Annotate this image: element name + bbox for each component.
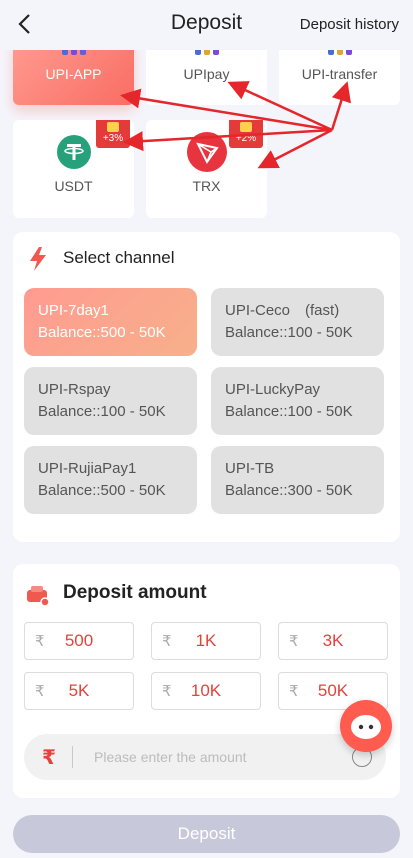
- channel-balance: Balance::100 - 50K: [225, 324, 353, 341]
- bonus-badge: +3%: [96, 120, 130, 148]
- lightning-icon: [30, 247, 46, 271]
- deposit-history-link[interactable]: Deposit history: [300, 16, 399, 33]
- amount-value: 3K: [322, 631, 344, 650]
- channel-option[interactable]: UPI-RujiaPay1 Balance::500 - 50K: [24, 446, 197, 514]
- channel-name: UPI-TB: [225, 460, 275, 477]
- section-title: Deposit amount: [63, 582, 207, 603]
- bonus-badge: +2%: [229, 120, 263, 148]
- header-bar: Deposit Deposit history: [0, 0, 413, 50]
- channel-name: UPI-LuckyPay: [225, 381, 321, 398]
- section-title: Select channel: [63, 248, 175, 267]
- channel-name: UPI-RujiaPay1: [38, 460, 137, 477]
- channel-balance: Balance::300 - 50K: [225, 482, 353, 499]
- channel-balance: Balance::100 - 50K: [225, 403, 353, 420]
- amount-preset-3k[interactable]: ₹ 3K: [278, 622, 388, 660]
- channel-option[interactable]: UPI-Rspay Balance::100 - 50K: [24, 367, 197, 435]
- channel-option[interactable]: UPI-7day1 Balance::500 - 50K: [24, 288, 197, 356]
- annotation-arrow: [257, 128, 333, 169]
- wallet-icon: [27, 586, 50, 607]
- deposit-button[interactable]: Deposit: [13, 815, 400, 853]
- amount-preset-500[interactable]: ₹ 500: [24, 622, 134, 660]
- amount-value: 500: [64, 631, 94, 650]
- support-mascot-icon[interactable]: [340, 700, 392, 752]
- amount-value: 1K: [195, 631, 217, 650]
- channel-name: UPI-Rspay: [38, 381, 111, 398]
- payment-method-label: UPIpay: [183, 66, 230, 82]
- payment-method-label: UPI-APP: [45, 66, 102, 82]
- gift-icon: [240, 122, 252, 132]
- amount-preset-10k[interactable]: ₹ 10K: [151, 672, 261, 710]
- amount-preset-5k[interactable]: ₹ 5K: [24, 672, 134, 710]
- amount-preset-1k[interactable]: ₹ 1K: [151, 622, 261, 660]
- rupee-icon: ₹: [42, 747, 56, 769]
- channel-balance: Balance::100 - 50K: [38, 403, 166, 420]
- channel-option[interactable]: UPI-LuckyPay Balance::100 - 50K: [211, 367, 384, 435]
- channel-balance: Balance::500 - 50K: [38, 482, 166, 499]
- gift-icon: [107, 122, 119, 132]
- amount-value: 10K: [190, 681, 222, 700]
- channel-balance: Balance::500 - 50K: [38, 324, 166, 341]
- payment-method-label: TRX: [192, 178, 221, 194]
- channel-option[interactable]: UPI-Ceco (fast) Balance::100 - 50K: [211, 288, 384, 356]
- amount-value: 50K: [317, 681, 349, 700]
- select-channel-panel: Select channel UPI-7day1 Balance::500 - …: [13, 232, 400, 542]
- payment-method-label: USDT: [54, 178, 93, 194]
- payment-method-label: UPI-transfer: [301, 66, 378, 82]
- amount-value: 5K: [68, 681, 90, 700]
- channel-option[interactable]: UPI-TB Balance::300 - 50K: [211, 446, 384, 514]
- channel-name: UPI-Ceco (fast): [225, 302, 340, 319]
- payment-method-trx[interactable]: TRX +2%: [146, 120, 267, 218]
- trx-coin-icon: [186, 132, 227, 172]
- amount-input[interactable]: [94, 742, 344, 772]
- amount-input-field: ₹: [24, 734, 386, 780]
- divider: [72, 746, 73, 768]
- usdt-coin-icon: [56, 135, 91, 169]
- payment-method-usdt[interactable]: USDT +3%: [13, 120, 134, 218]
- channel-name: UPI-7day1: [38, 302, 109, 319]
